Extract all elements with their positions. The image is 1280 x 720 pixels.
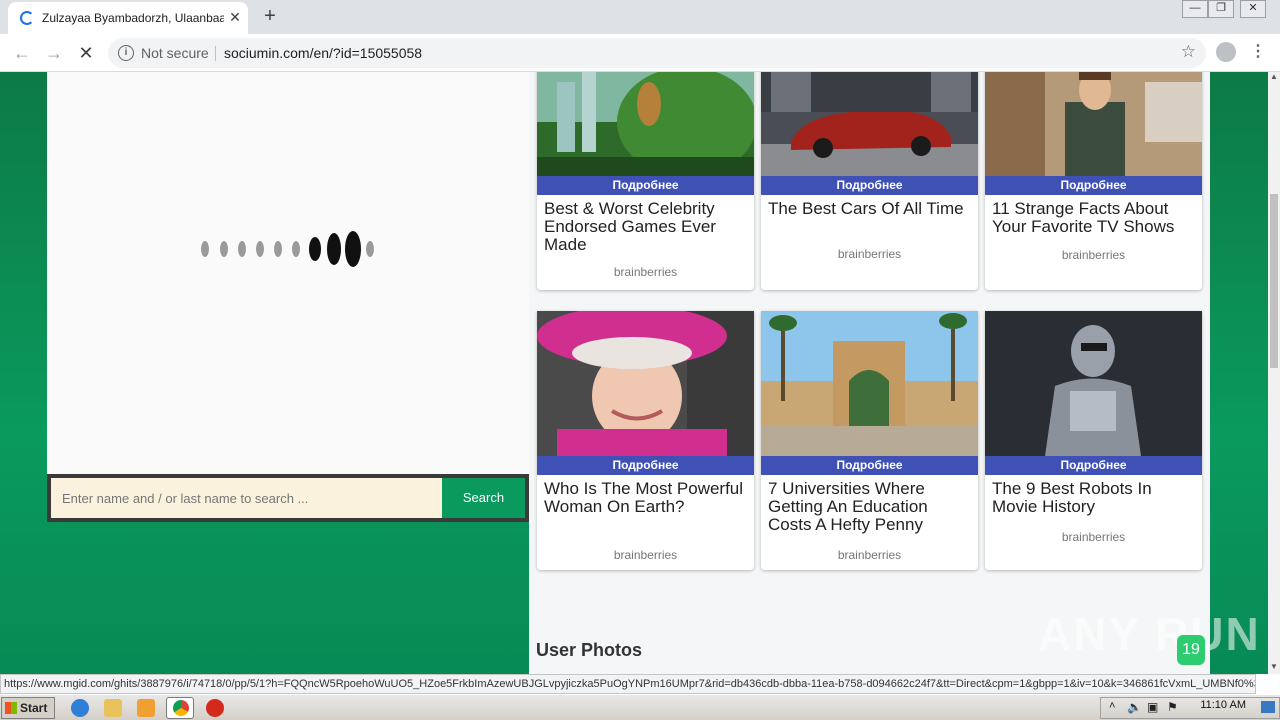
show-desktop-icon[interactable] [1261,701,1275,713]
anyrun-watermark: ANY RUN [1038,608,1261,660]
ad-card[interactable]: Подробнее Best & Worst Celebrity Endorse… [537,72,754,290]
tray-expand-icon[interactable]: ˄ [1109,700,1115,712]
network-icon[interactable]: ▣ [1147,700,1158,714]
scrollbar-thumb[interactable] [1270,194,1278,368]
volume-icon[interactable]: 🔈 [1127,700,1142,714]
card-title[interactable]: Who Is The Most Powerful Woman On Earth? [544,480,749,516]
ad-card[interactable]: Подробнее 11 Strange Facts About Your Fa… [985,72,1202,290]
close-tab-icon[interactable]: ✕ [226,8,244,26]
card-title[interactable]: 11 Strange Facts About Your Favorite TV … [992,200,1197,236]
section-title: User Photos [536,640,643,660]
card-banner: Подробнее [537,176,754,195]
address-bar[interactable]: i Not secure sociumin.com/en/?id=1505505… [108,38,1206,68]
tab-title: Zulzayaa Byambadorzh, Ulaanbaatar [42,11,224,25]
page-content: Search Подробнее Best & Worst Celebrity … [0,72,1268,674]
card-banner: Подробнее [761,456,978,475]
bookmark-star-icon[interactable]: ☆ [1181,42,1196,62]
card-title[interactable]: The Best Cars Of All Time [768,200,973,218]
card-source: brainberries [613,548,678,562]
omnibox-divider [215,46,216,61]
ad-card[interactable]: Подробнее The 9 Best Robots In Movie His… [985,311,1202,570]
card-title[interactable]: 7 Universities Where Getting An Educatio… [768,480,973,534]
ad-card[interactable]: Подробнее 7 Universities Where Getting A… [761,311,978,570]
start-button[interactable]: Start [1,697,55,719]
profile-avatar[interactable] [1216,42,1236,62]
jungle-game-scene-image [537,72,754,176]
card-source: brainberries [837,247,902,261]
card-source: brainberries [837,548,902,562]
flag-icon[interactable]: ⚑ [1167,700,1178,714]
windows-logo-icon [5,702,17,714]
profile-panel [47,72,529,474]
card-banner: Подробнее [985,456,1202,475]
ad-card[interactable]: Подробнее Who Is The Most Powerful Woman… [537,311,754,570]
search-bar: Search [47,474,529,522]
chrome-icon [173,700,189,716]
recommendations-panel: Подробнее Best & Worst Celebrity Endorse… [529,72,1210,674]
status-bar: https://www.mgid.com/ghits/3887976/i/747… [0,674,1256,694]
search-input[interactable] [51,478,442,518]
card-source: brainberries [613,265,678,279]
card-title[interactable]: Best & Worst Celebrity Endorsed Games Ev… [544,200,749,254]
clock[interactable]: 11:10 AM [1200,699,1246,711]
media-player-icon[interactable] [137,699,155,717]
start-label: Start [20,701,48,715]
url-text[interactable]: sociumin.com/en/?id=15055058 [224,45,422,61]
stop-loading-button[interactable]: ✕ [74,41,98,65]
scroll-up-icon[interactable]: ▲ [1268,72,1280,84]
notification-badge[interactable]: 19 [1177,635,1205,665]
info-icon[interactable]: i [118,45,134,61]
card-source: brainberries [1061,248,1126,262]
scroll-down-icon[interactable]: ▼ [1268,662,1280,674]
back-button[interactable]: ← [10,41,34,65]
new-tab-button[interactable]: + [258,5,282,29]
card-banner: Подробнее [537,456,754,475]
card-banner: Подробнее [761,176,978,195]
browser-toolbar: ← → ✕ i Not secure sociumin.com/en/?id=1… [0,34,1280,72]
robocop-image [985,311,1202,456]
opera-icon[interactable] [206,699,224,717]
file-explorer-icon[interactable] [104,699,122,717]
minimize-button[interactable]: — [1182,0,1208,18]
card-source: brainberries [1061,530,1126,544]
card-title[interactable]: The 9 Best Robots In Movie History [992,480,1197,516]
ad-card[interactable]: Подробнее The Best Cars Of All Time brai… [761,72,978,290]
forward-button[interactable]: → [42,41,66,65]
system-tray: ˄ 🔈 ▣ ⚑ [1100,697,1280,719]
queen-pink-hat-image [537,311,754,456]
chrome-taskbar-button[interactable] [166,697,194,719]
tab-strip: Zulzayaa Byambadorzh, Ulaanbaatar ✕ + — … [0,0,1280,34]
university-arch-image [761,311,978,456]
card-banner: Подробнее [985,176,1202,195]
close-window-button[interactable]: ✕ [1240,0,1266,18]
internet-explorer-icon[interactable] [71,699,89,717]
restore-button[interactable]: ❐ [1208,0,1234,18]
red-car-image [761,72,978,176]
man-in-kitchen-image [985,72,1202,176]
search-button[interactable]: Search [442,478,525,518]
page-scrollbar[interactable]: ▲ ▼ [1268,72,1280,674]
loading-spinner-icon [20,11,34,25]
taskbar: Start ˄ 🔈 ▣ ⚑ 11:10 AM [0,694,1280,720]
browser-menu-icon[interactable]: ⋮ [1250,41,1266,63]
security-label: Not secure [141,45,209,61]
browser-tab[interactable]: Zulzayaa Byambadorzh, Ulaanbaatar ✕ [8,2,248,34]
